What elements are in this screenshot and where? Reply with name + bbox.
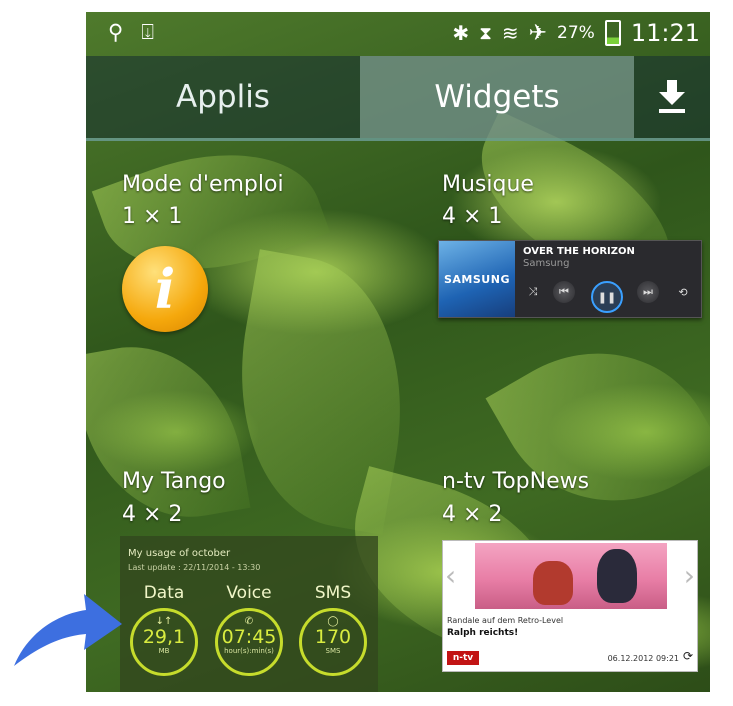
sms-label: SMS [314, 583, 352, 603]
battery-percent: 27% [557, 23, 595, 43]
voice-value: 07:45 [221, 626, 277, 648]
battery-icon [604, 20, 621, 46]
song-title: OVER THE HORIZON [523, 246, 635, 257]
sms-value: 170 [314, 626, 352, 648]
airplane-icon: ✈ [528, 20, 548, 46]
next-arrow-icon: › [683, 559, 695, 592]
last-update: Last update : 22/11/2014 - 13:30 [128, 563, 261, 572]
voice-label: Voice [226, 583, 272, 603]
music-widget-preview: SAMSUNG OVER THE HORIZON Samsung ⤨ ⏮ ❚❚ … [438, 240, 702, 318]
widget-name: Musique [442, 172, 534, 197]
widget-size: 4 × 1 [442, 204, 503, 229]
shuffle-icon: ⤨ [528, 285, 538, 298]
clock: 11:21 [630, 19, 700, 47]
tab-widgets[interactable]: Widgets [360, 56, 634, 138]
widget-name: n-tv TopNews [442, 469, 590, 494]
ntv-logo: n-tv [447, 651, 479, 665]
widget-size: 4 × 2 [442, 502, 503, 527]
widget-name: Mode d'emploi [122, 172, 284, 197]
news-widget-preview: ‹ › Randale auf dem Retro-Level Ralph re… [442, 540, 698, 672]
wifi-icon: ≋ [501, 21, 519, 45]
download-done-icon: ⍗ [141, 20, 154, 44]
status-bar: ⚲ ⍗ ✱ ⧗ ≋ ✈ 27% 11:21 [86, 12, 710, 56]
vibrate-icon: ⧗ [479, 22, 492, 44]
phone-screen: ⚲ ⍗ ✱ ⧗ ≋ ✈ 27% 11:21 Applis Widgets Mod… [86, 12, 710, 692]
tab-apps[interactable]: Applis [86, 56, 360, 138]
tango-widget-preview: My usage of october Last update : 22/11/… [120, 536, 378, 692]
bluetooth-icon: ✱ [452, 21, 470, 45]
repeat-icon: ⟲ [678, 285, 688, 299]
usb-icon: ⚲ [108, 20, 124, 44]
refresh-icon: ⟳ [682, 649, 693, 663]
data-label: Data [143, 583, 185, 603]
news-headline: Ralph reichts! [447, 628, 519, 638]
usage-title: My usage of october [128, 548, 231, 559]
news-kicker: Randale auf dem Retro-Level [447, 616, 564, 625]
news-photo [475, 543, 667, 609]
song-artist: Samsung [523, 258, 570, 269]
sms-unit: SMS [325, 647, 341, 655]
tab-bar: Applis Widgets [86, 56, 710, 141]
data-unit: MB [158, 647, 170, 655]
pointer-arrow-icon [14, 594, 122, 666]
voice-gauge: ✆ 07:45 hour(s):min(s) [215, 608, 283, 676]
widget-name: My Tango [122, 469, 226, 494]
info-icon: i [122, 246, 208, 332]
download-button[interactable] [634, 56, 710, 138]
download-icon [659, 80, 685, 113]
pause-icon: ❚❚ [591, 281, 623, 313]
album-art: SAMSUNG [439, 241, 515, 317]
voice-unit: hour(s):min(s) [224, 647, 274, 655]
data-gauge: ↓↑ 29,1 MB [130, 608, 198, 676]
widget-size: 1 × 1 [122, 204, 183, 229]
prev-arrow-icon: ‹ [445, 559, 457, 592]
sms-gauge: ◯ 170 SMS [299, 608, 367, 676]
previous-icon: ⏮ [553, 281, 575, 303]
data-value: 29,1 [142, 626, 186, 648]
widget-size: 4 × 2 [122, 502, 183, 527]
news-date: 06.12.2012 09:21 [607, 654, 679, 663]
next-icon: ⏭ [637, 281, 659, 303]
